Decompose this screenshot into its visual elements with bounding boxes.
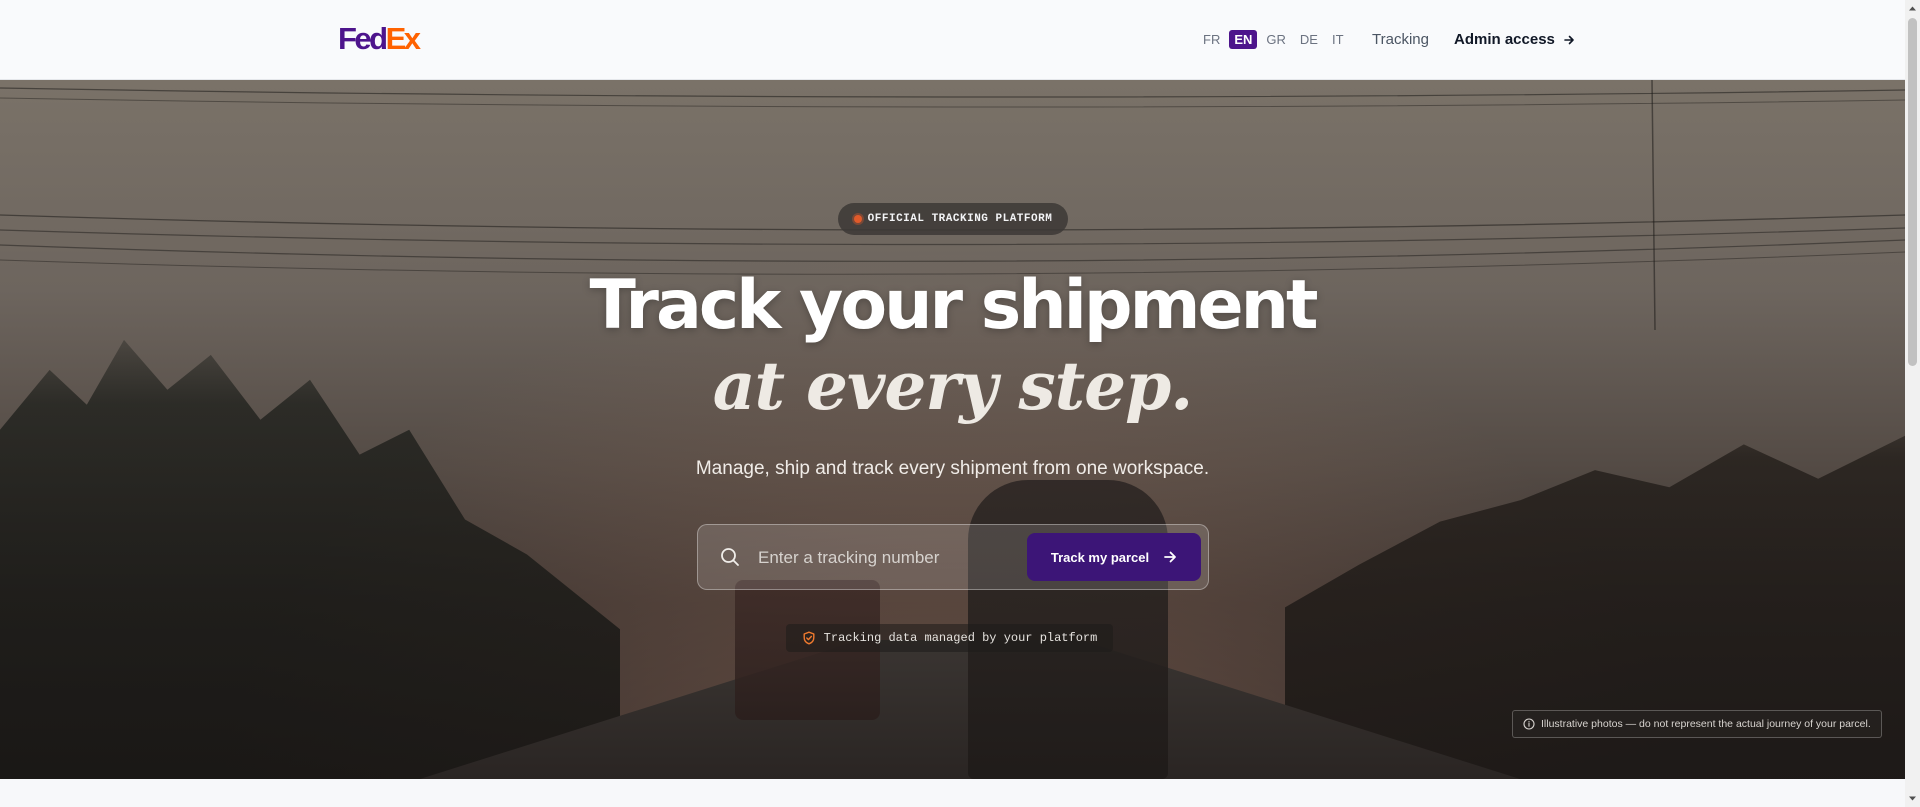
photo-disclaimer: Illustrative photos — do not represent t… xyxy=(1512,710,1882,738)
scroll-up-arrow-icon[interactable] xyxy=(1908,4,1917,13)
search-icon xyxy=(721,548,739,566)
status-dot-icon xyxy=(853,215,862,223)
hero-title-line1: Track your shipment xyxy=(589,266,1319,345)
nav-admin-access-link[interactable]: Admin access xyxy=(1454,31,1575,48)
hero-title-line2: at every step. xyxy=(712,347,1193,425)
shield-check-icon xyxy=(803,631,815,645)
lang-fr[interactable]: FR xyxy=(1198,30,1225,49)
note-text: Tracking data managed by your platform xyxy=(823,631,1098,645)
scrollbar-thumb[interactable] xyxy=(1908,18,1917,366)
page-content-below xyxy=(0,779,1905,807)
nav-tracking-link[interactable]: Tracking xyxy=(1372,31,1429,48)
logo-ex-text: Ex xyxy=(385,21,421,56)
info-icon xyxy=(1523,718,1535,730)
nav-admin-label: Admin access xyxy=(1454,31,1555,48)
page-scrollbar[interactable] xyxy=(1905,0,1920,807)
tracking-number-input[interactable] xyxy=(758,541,1018,575)
lang-en[interactable]: EN xyxy=(1229,30,1258,49)
tracking-search-box: Track my parcel xyxy=(697,524,1209,590)
arrow-right-icon xyxy=(1564,35,1574,44)
arrow-right-icon xyxy=(1164,551,1177,563)
language-switcher: FR EN GR DE IT xyxy=(1198,30,1349,49)
fedex-logo[interactable]: FedEx xyxy=(338,21,421,56)
track-parcel-label: Track my parcel xyxy=(1050,549,1150,565)
disclaimer-text: Illustrative photos — do not represent t… xyxy=(1541,718,1871,730)
hero-section: OFFICIAL TRACKING PLATFORM Track your sh… xyxy=(0,80,1905,779)
platform-badge: OFFICIAL TRACKING PLATFORM xyxy=(838,203,1068,235)
lang-gr[interactable]: GR xyxy=(1261,30,1291,49)
hero-subtitle: Manage, ship and track every shipment fr… xyxy=(695,458,1210,479)
lang-de[interactable]: DE xyxy=(1295,30,1323,49)
lang-it[interactable]: IT xyxy=(1327,30,1349,49)
logo-fed-text: Fed xyxy=(338,21,388,56)
track-parcel-button[interactable]: Track my parcel xyxy=(1027,533,1201,581)
site-header: FedEx FR EN GR DE IT Tracking Admin acce… xyxy=(0,0,1905,80)
tracking-data-note: Tracking data managed by your platform xyxy=(786,624,1113,652)
scroll-down-arrow-icon[interactable] xyxy=(1908,794,1917,803)
badge-label: OFFICIAL TRACKING PLATFORM xyxy=(867,213,1053,225)
